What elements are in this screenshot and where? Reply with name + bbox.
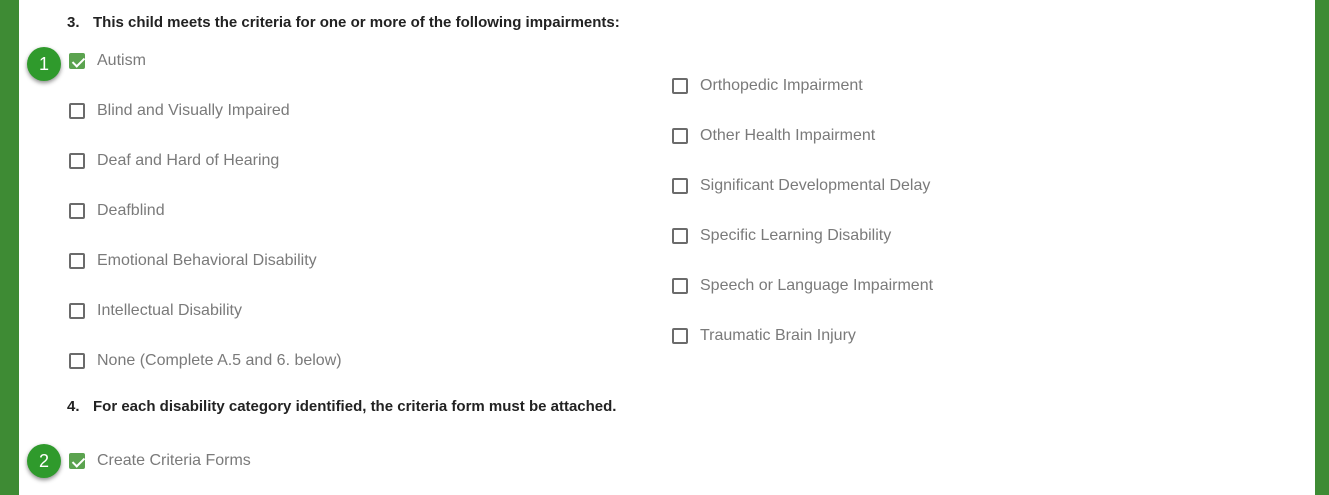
checkbox-checked-icon[interactable] (69, 453, 85, 469)
question-3-number: 3. (67, 14, 80, 31)
checkbox-label: Emotional Behavioral Disability (97, 252, 317, 269)
checkbox-traumatic-brain-injury[interactable]: Traumatic Brain Injury (672, 325, 856, 347)
step-marker-1: 1 (27, 47, 61, 81)
question-4-number: 4. (67, 398, 80, 415)
checkbox-autism[interactable]: Autism (69, 50, 146, 72)
page-frame: 3. This child meets the criteria for one … (0, 0, 1329, 495)
checkbox-deaf-hard-of-hearing[interactable]: Deaf and Hard of Hearing (69, 150, 279, 172)
checkbox-label: Orthopedic Impairment (700, 77, 863, 94)
checkbox-label: Blind and Visually Impaired (97, 102, 290, 119)
checkbox-unchecked-icon[interactable] (672, 278, 688, 294)
checkbox-label: Specific Learning Disability (700, 227, 892, 244)
checkbox-label: None (Complete A.5 and 6. below) (97, 352, 342, 369)
checkbox-orthopedic-impairment[interactable]: Orthopedic Impairment (672, 75, 863, 97)
checkbox-none[interactable]: None (Complete A.5 and 6. below) (69, 350, 342, 372)
step-marker-2: 2 (27, 444, 61, 478)
question-4-text: For each disability category identified,… (93, 398, 617, 415)
checkbox-emotional-behavioral-disability[interactable]: Emotional Behavioral Disability (69, 250, 317, 272)
checkbox-speech-language-impairment[interactable]: Speech or Language Impairment (672, 275, 933, 297)
checkbox-unchecked-icon[interactable] (672, 328, 688, 344)
checkbox-deafblind[interactable]: Deafblind (69, 200, 165, 222)
checkbox-label: Deaf and Hard of Hearing (97, 152, 280, 169)
checkbox-checked-icon[interactable] (69, 53, 85, 69)
checkbox-unchecked-icon[interactable] (672, 78, 688, 94)
checkbox-intellectual-disability[interactable]: Intellectual Disability (69, 300, 242, 322)
checkbox-unchecked-icon[interactable] (69, 153, 85, 169)
checkbox-blind-visually-impaired[interactable]: Blind and Visually Impaired (69, 100, 290, 122)
checkbox-unchecked-icon[interactable] (69, 353, 85, 369)
question-3-heading: 3. This child meets the criteria for one … (67, 14, 620, 31)
checkbox-unchecked-icon[interactable] (69, 203, 85, 219)
checkbox-unchecked-icon[interactable] (69, 103, 85, 119)
checkbox-other-health-impairment[interactable]: Other Health Impairment (672, 125, 875, 147)
checkbox-label: Significant Developmental Delay (700, 177, 931, 194)
checkbox-significant-developmental-delay[interactable]: Significant Developmental Delay (672, 175, 930, 197)
checkbox-label: Create Criteria Forms (97, 452, 251, 469)
checkbox-unchecked-icon[interactable] (69, 253, 85, 269)
checkbox-label: Deafblind (97, 202, 165, 219)
checkbox-unchecked-icon[interactable] (672, 178, 688, 194)
checkbox-unchecked-icon[interactable] (672, 228, 688, 244)
checkbox-unchecked-icon[interactable] (69, 303, 85, 319)
checkbox-create-criteria-forms[interactable]: Create Criteria Forms (69, 450, 251, 472)
form-panel: 3. This child meets the criteria for one … (19, 0, 1315, 495)
checkbox-label: Speech or Language Impairment (700, 277, 934, 294)
checkbox-specific-learning-disability[interactable]: Specific Learning Disability (672, 225, 891, 247)
checkbox-label: Autism (97, 52, 146, 69)
question-3-text: This child meets the criteria for one or… (93, 14, 620, 31)
checkbox-unchecked-icon[interactable] (672, 128, 688, 144)
checkbox-label: Other Health Impairment (700, 127, 876, 144)
checkbox-label: Traumatic Brain Injury (700, 327, 856, 344)
question-4-heading: 4. For each disability category identifie… (67, 398, 616, 415)
checkbox-label: Intellectual Disability (97, 302, 242, 319)
